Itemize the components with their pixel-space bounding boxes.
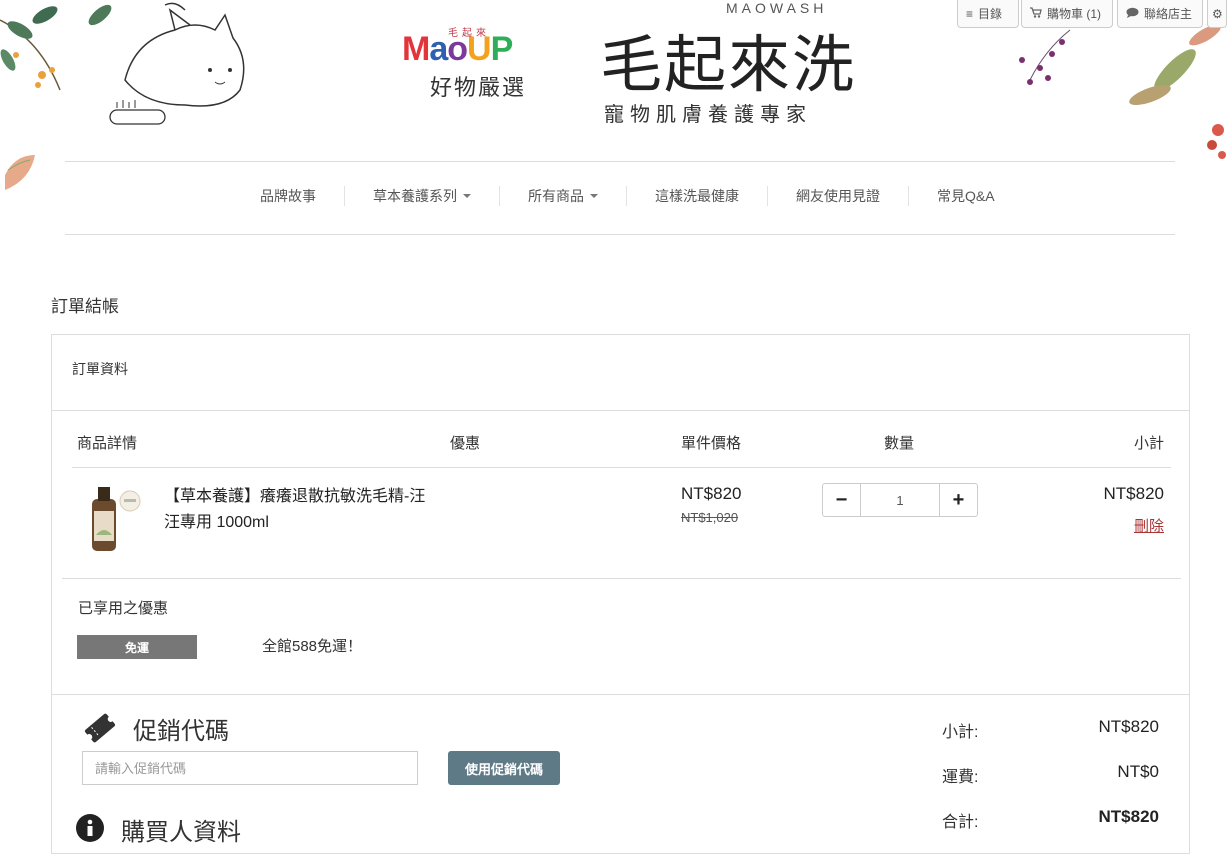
menu-button[interactable]: ≡ 目錄 <box>957 0 1019 28</box>
column-header-quantity: 數量 <box>884 435 915 452</box>
summary-subtotal-label: 小計: <box>942 724 979 741</box>
header-divider <box>72 467 1171 468</box>
cart-icon <box>1030 6 1042 21</box>
apply-promo-button[interactable]: 使用促銷代碼 <box>448 751 560 785</box>
floral-decoration-right <box>1019 24 1226 159</box>
nav-item-brand-story[interactable]: 品牌故事 <box>232 186 344 206</box>
nav-item-healthy-wash[interactable]: 這樣洗最健康 <box>626 186 767 206</box>
free-shipping-badge: 免運 <box>77 635 197 659</box>
contact-owner-button[interactable]: 聯絡店主 <box>1117 0 1203 28</box>
nav-bottom-divider <box>65 234 1175 235</box>
buyer-info-title: 購買人資料 <box>121 819 241 846</box>
unit-price: NT$820 <box>681 484 742 503</box>
list-icon: ≡ <box>966 6 974 21</box>
original-price: NT$1,020 <box>681 510 739 525</box>
page-title: 訂單結帳 <box>51 297 119 316</box>
nav-top-divider <box>65 161 1175 162</box>
order-panel-header: 訂單資料 <box>52 335 1189 411</box>
brand-subtitle: 寵物肌膚養護專家 <box>604 104 812 126</box>
product-thumbnail[interactable] <box>84 485 144 553</box>
main-nav: 品牌故事 草本養護系列 所有商品 這樣洗最健康 網友使用見證 常見Q&A <box>232 186 1023 206</box>
summary-subtotal-value: NT$820 <box>1098 717 1159 736</box>
caret-down-icon <box>590 194 598 198</box>
floral-decoration-left <box>0 4 112 190</box>
ticket-icon <box>84 713 116 743</box>
maoup-logo[interactable]: MaoUP <box>402 30 513 69</box>
nav-item-faq[interactable]: 常見Q&A <box>908 186 1023 206</box>
product-name[interactable]: 【草本養護】癢癢退散抗敏洗毛精-汪汪專用 1000ml <box>164 484 434 536</box>
summary-shipping-value: NT$0 <box>1117 762 1159 781</box>
promo-code-input[interactable] <box>82 751 418 785</box>
column-header-details: 商品詳情 <box>77 435 138 452</box>
item-divider <box>62 578 1181 579</box>
nav-item-all-products[interactable]: 所有商品 <box>499 186 626 206</box>
cart-button[interactable]: 購物車 (1) <box>1021 0 1113 28</box>
column-header-subtotal: 小計 <box>1133 435 1164 452</box>
applied-discounts-title: 已享用之優惠 <box>78 600 169 617</box>
column-header-discount: 優惠 <box>450 435 481 452</box>
column-header-unit-price: 單件價格 <box>681 435 742 452</box>
nav-item-herbal-series[interactable]: 草本養護系列 <box>344 186 499 206</box>
quantity-input[interactable]: 1 <box>860 484 940 516</box>
cat-illustration <box>109 2 245 125</box>
summary-shipping-label: 運費: <box>942 769 979 786</box>
promo-code-title: 促銷代碼 <box>133 718 229 745</box>
info-icon <box>76 814 104 842</box>
caret-down-icon <box>463 194 471 198</box>
item-subtotal: NT$820 <box>1103 484 1164 503</box>
quantity-stepper: − 1 + <box>822 483 978 517</box>
decrease-quantity-button[interactable]: − <box>823 484 860 516</box>
section-divider <box>52 694 1189 695</box>
gear-icon[interactable]: ⚙ <box>1207 0 1227 28</box>
summary-total-label: 合計: <box>942 814 979 831</box>
maoup-tagline: 好物嚴選 <box>430 75 527 100</box>
chat-bubble-icon <box>1126 7 1139 21</box>
increase-quantity-button[interactable]: + <box>940 484 977 516</box>
order-section-title: 訂單資料 <box>72 361 128 377</box>
nav-item-testimonials[interactable]: 網友使用見證 <box>767 186 908 206</box>
applied-discount-description: 全館588免運！ <box>262 638 363 655</box>
summary-total-value: NT$820 <box>1098 807 1159 826</box>
delete-item-link[interactable]: 刪除 <box>1134 515 1164 536</box>
brand-logo[interactable]: 毛起來洗 <box>600 14 856 104</box>
